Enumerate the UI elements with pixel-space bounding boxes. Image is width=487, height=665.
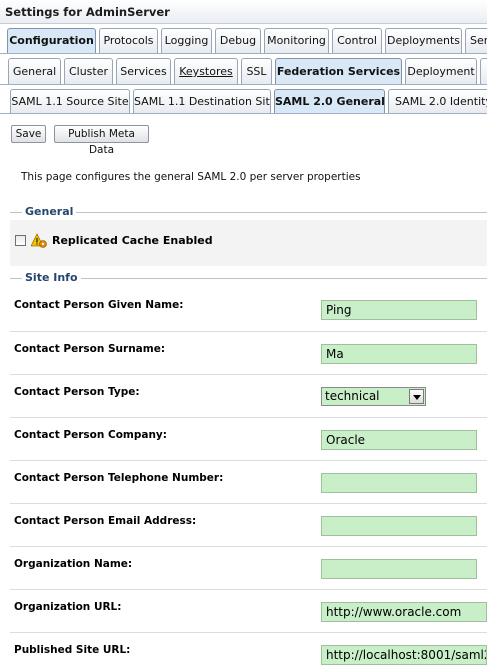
organization-url-input[interactable]: http://www.oracle.com bbox=[321, 602, 487, 622]
company-label: Contact Person Company: bbox=[14, 429, 167, 441]
form-row-organization-name: Organization Name: bbox=[10, 546, 487, 589]
tab-bar-main: Configuration Protocols Logging Debug Mo… bbox=[0, 26, 487, 54]
tab-deployment[interactable]: Deployment bbox=[405, 58, 477, 84]
contact-type-label: Contact Person Type: bbox=[14, 386, 140, 398]
intro-text: This page configures the general SAML 2.… bbox=[21, 171, 361, 183]
form-row-telephone: Contact Person Telephone Number: bbox=[10, 460, 487, 503]
tab-federation-services[interactable]: Federation Services bbox=[275, 58, 402, 84]
general-section-title: General bbox=[22, 205, 77, 218]
tab-cluster[interactable]: Cluster bbox=[64, 58, 113, 84]
contact-type-select[interactable]: technical bbox=[321, 387, 426, 406]
given-name-label: Contact Person Given Name: bbox=[14, 299, 184, 311]
tab-logging[interactable]: Logging bbox=[161, 28, 212, 53]
tab-configuration[interactable]: Configuration bbox=[7, 28, 96, 53]
published-site-url-input[interactable]: http://localhost:8001/saml2 bbox=[321, 645, 487, 665]
save-button[interactable]: Save bbox=[11, 125, 46, 143]
form-row-surname: Contact Person Surname: Ma bbox=[10, 331, 487, 374]
form-row-organization-url: Organization URL: http://www.oracle.com bbox=[10, 589, 487, 632]
tab-deployments[interactable]: Deployments bbox=[385, 28, 462, 53]
tab-control[interactable]: Control bbox=[332, 28, 382, 53]
surname-label: Contact Person Surname: bbox=[14, 343, 166, 355]
tab-protocols[interactable]: Protocols bbox=[99, 28, 158, 53]
tab-debug[interactable]: Debug bbox=[215, 28, 261, 53]
tab-bar-federation: SAML 1.1 Source Site SAML 1.1 Destinatio… bbox=[0, 87, 487, 114]
email-input[interactable] bbox=[321, 516, 477, 536]
form-row-contact-type: Contact Person Type: technical bbox=[10, 374, 487, 417]
surname-input[interactable]: Ma bbox=[321, 344, 477, 364]
restart-required-warning-icon bbox=[31, 233, 47, 248]
tab-saml11-source-site[interactable]: SAML 1.1 Source Site bbox=[10, 89, 130, 113]
replicated-cache-checkbox[interactable] bbox=[15, 235, 26, 246]
form-row-published-site-url: Published Site URL: http://localhost:800… bbox=[10, 632, 487, 665]
contact-type-selected-value: technical bbox=[325, 389, 380, 403]
tab-saml20-general[interactable]: SAML 2.0 General bbox=[274, 89, 385, 113]
tab-monitoring[interactable]: Monitoring bbox=[264, 28, 329, 53]
form-row-company: Contact Person Company: Oracle bbox=[10, 417, 487, 460]
site-info-section-rule bbox=[10, 278, 487, 279]
tab-bar-configuration: General Cluster Services Keystores SSL F… bbox=[0, 56, 487, 85]
given-name-input[interactable]: Ping bbox=[321, 300, 477, 320]
email-label: Contact Person Email Address: bbox=[14, 515, 197, 527]
organization-url-label: Organization URL: bbox=[14, 601, 122, 613]
tab-services-truncated[interactable]: Ser bbox=[465, 28, 487, 53]
form-row-email: Contact Person Email Address: bbox=[10, 503, 487, 546]
telephone-input[interactable] bbox=[321, 473, 477, 493]
site-info-section-title: Site Info bbox=[22, 271, 81, 284]
tab-overflow[interactable] bbox=[480, 58, 487, 84]
company-input[interactable]: Oracle bbox=[321, 430, 477, 450]
telephone-label: Contact Person Telephone Number: bbox=[14, 472, 224, 484]
published-site-url-label: Published Site URL: bbox=[14, 644, 131, 656]
replicated-cache-label: Replicated Cache Enabled bbox=[52, 234, 213, 247]
tab-ssl[interactable]: SSL bbox=[241, 58, 272, 84]
chevron-down-icon[interactable] bbox=[409, 389, 424, 404]
tab-keystores[interactable]: Keystores bbox=[174, 58, 238, 84]
organization-name-input[interactable] bbox=[321, 559, 477, 579]
general-section-rule bbox=[10, 212, 487, 213]
tab-general[interactable]: General bbox=[8, 58, 61, 84]
tab-saml11-destination-site[interactable]: SAML 1.1 Destination Site bbox=[133, 89, 271, 113]
tab-saml20-identity-provider[interactable]: SAML 2.0 Identity P bbox=[388, 89, 487, 113]
publish-meta-data-button[interactable]: Publish Meta Data bbox=[54, 125, 149, 156]
form-row-given-name: Contact Person Given Name: Ping bbox=[10, 288, 487, 331]
page-title: Settings for AdminServer bbox=[0, 0, 487, 24]
tab-services[interactable]: Services bbox=[116, 58, 171, 84]
organization-name-label: Organization Name: bbox=[14, 558, 133, 570]
